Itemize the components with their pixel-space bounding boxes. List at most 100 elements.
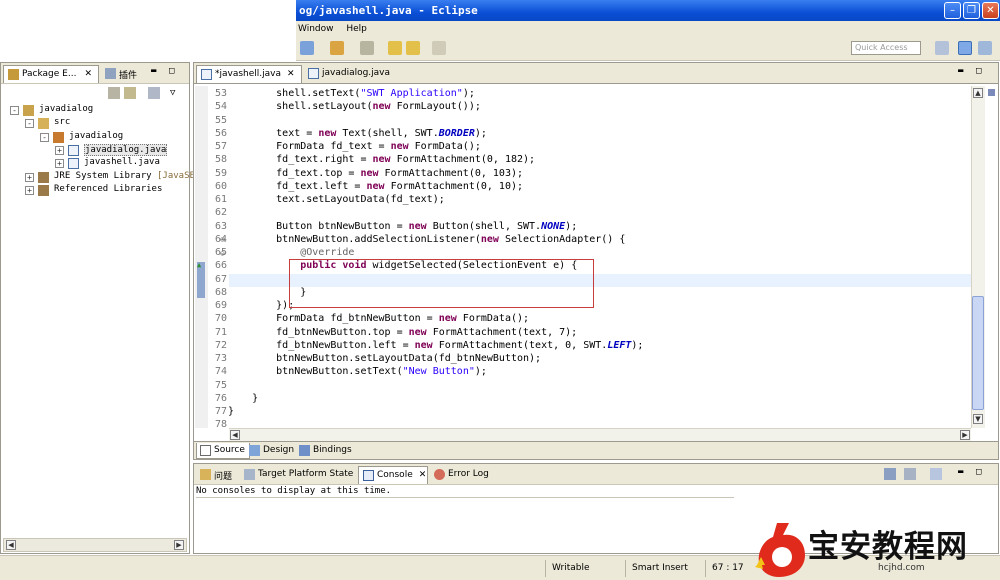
tab-target-platform-state[interactable]: Target Platform State bbox=[240, 466, 356, 484]
scroll-right-icon[interactable]: ▶ bbox=[174, 540, 184, 550]
tree-item[interactable]: + javadialog.java bbox=[0, 143, 188, 157]
menu-help[interactable]: Help bbox=[346, 24, 367, 34]
view-menu-icon[interactable] bbox=[148, 87, 160, 99]
maximize-view-icon[interactable]: □ bbox=[976, 467, 981, 477]
close-icon[interactable]: ✕ bbox=[287, 69, 295, 79]
line-number: 69 bbox=[214, 300, 227, 311]
tree-expander-icon[interactable]: - bbox=[10, 106, 19, 115]
java-perspective-icon[interactable] bbox=[958, 41, 972, 55]
code-line[interactable]: @Override bbox=[228, 247, 354, 258]
watermark-text: 宝安教程网 bbox=[808, 529, 968, 565]
code-line[interactable]: FormData fd_btnNewButton = new FormData(… bbox=[228, 313, 529, 324]
console-divider bbox=[196, 497, 734, 498]
tree-expander-icon[interactable]: + bbox=[25, 185, 34, 195]
code-line[interactable]: shell.setLayout(new FormLayout()); bbox=[228, 101, 481, 112]
package-explorer-tabs: Package E... ✕ 插件 ▬ □ bbox=[1, 63, 189, 84]
code-line[interactable]: Button btnNewButton = new Button(shell, … bbox=[228, 221, 577, 232]
line-number: 59 bbox=[214, 167, 227, 179]
tree-item[interactable]: + Referenced Libraries bbox=[0, 184, 188, 197]
forward-icon[interactable] bbox=[432, 41, 446, 55]
tree-item[interactable]: - src bbox=[0, 117, 188, 130]
tree-expander-icon[interactable]: - bbox=[25, 119, 34, 129]
minimize-view-icon[interactable]: ▬ bbox=[958, 467, 963, 477]
code-line[interactable]: shell.setText("SWT Application"); bbox=[228, 88, 475, 99]
chevron-down-icon[interactable]: ▽ bbox=[170, 88, 175, 98]
maximize-view-icon[interactable]: □ bbox=[976, 66, 981, 76]
tree-expander-icon[interactable]: + bbox=[55, 159, 64, 169]
tree-item[interactable]: + JRE System Library [JavaSE-1. bbox=[0, 171, 211, 184]
tab-bindings[interactable]: Bindings bbox=[296, 443, 356, 459]
editor-horizontal-scrollbar[interactable]: ◀ ▶ bbox=[229, 428, 971, 441]
tab-problems[interactable]: 问题 bbox=[196, 466, 238, 484]
tab-javadialog[interactable]: javadialog.java bbox=[304, 65, 404, 83]
debug-perspective-icon[interactable] bbox=[978, 41, 992, 55]
maximize-view-icon[interactable]: □ bbox=[169, 66, 174, 76]
scrollbar-thumb[interactable] bbox=[972, 296, 984, 410]
code-line[interactable]: btnNewButton.addSelectionListener(new Se… bbox=[228, 234, 625, 245]
tab-source[interactable]: Source bbox=[196, 443, 250, 459]
annotation-nav-icon[interactable] bbox=[388, 41, 402, 55]
code-line[interactable]: } bbox=[228, 393, 258, 404]
tab-console[interactable]: Console ✕ bbox=[358, 466, 428, 484]
scroll-left-icon[interactable]: ◀ bbox=[6, 540, 16, 550]
maximize-button[interactable]: ❐ bbox=[963, 2, 980, 19]
code-line[interactable]: fd_text.left = new FormAttachment(0, 10)… bbox=[228, 181, 523, 192]
link-editor-icon[interactable] bbox=[124, 87, 136, 99]
close-icon[interactable]: ✕ bbox=[419, 470, 427, 480]
collapse-all-icon[interactable] bbox=[108, 87, 120, 99]
quick-access-input[interactable]: Quick Access bbox=[851, 41, 921, 55]
code-line[interactable]: btnNewButton.setText("New Button"); bbox=[228, 366, 487, 377]
line-number: 61 bbox=[214, 194, 227, 205]
tab-javashell[interactable]: *javashell.java ✕ bbox=[196, 65, 302, 83]
library-icon bbox=[38, 184, 49, 196]
tree-item[interactable]: - javadialog bbox=[0, 104, 188, 117]
run-icon[interactable] bbox=[330, 41, 344, 55]
watermark-url: hcjhd.com bbox=[878, 563, 925, 573]
new-console-icon[interactable] bbox=[930, 468, 942, 480]
code-line[interactable]: fd_text.top = new FormAttachment(0, 103)… bbox=[228, 168, 523, 179]
code-line[interactable]: } bbox=[228, 406, 234, 417]
tree-expander-icon[interactable]: + bbox=[25, 172, 34, 182]
minimize-view-icon[interactable]: ▬ bbox=[151, 66, 156, 76]
close-button[interactable]: ✕ bbox=[982, 2, 999, 19]
code-line[interactable]: fd_text.right = new FormAttachment(0, 18… bbox=[228, 154, 535, 165]
new-icon[interactable] bbox=[300, 41, 314, 55]
code-line[interactable]: text.setLayoutData(fd_text); bbox=[228, 194, 445, 205]
code-line[interactable]: }); bbox=[228, 300, 294, 311]
tab-plugins[interactable]: 插件 bbox=[101, 65, 145, 83]
package-horizontal-scrollbar[interactable]: ◀ ▶ bbox=[3, 538, 187, 552]
scroll-down-icon[interactable]: ▼ bbox=[973, 414, 983, 424]
package-icon bbox=[8, 69, 19, 80]
tree-expander-icon[interactable]: - bbox=[40, 132, 49, 142]
menu-window[interactable]: Window bbox=[298, 24, 334, 34]
minimize-button[interactable]: – bbox=[944, 2, 961, 19]
tab-package-explorer[interactable]: Package E... ✕ bbox=[3, 65, 99, 83]
back-icon[interactable] bbox=[406, 41, 420, 55]
scroll-up-icon[interactable]: ▲ bbox=[973, 88, 983, 98]
source-folder-icon bbox=[38, 118, 49, 130]
scroll-left-icon[interactable]: ◀ bbox=[230, 430, 240, 440]
status-insert-mode: Smart Insert bbox=[625, 560, 703, 577]
search-icon[interactable] bbox=[360, 41, 374, 55]
java-file-icon bbox=[308, 68, 319, 79]
fold-collapse-icon[interactable]: ⊖ bbox=[220, 249, 225, 258]
tree-item[interactable]: + javashell.java bbox=[0, 157, 188, 170]
code-line[interactable]: text = new Text(shell, SWT.BORDER); bbox=[228, 128, 487, 139]
open-perspective-icon[interactable] bbox=[935, 41, 949, 55]
tree-expander-icon[interactable]: + bbox=[55, 145, 64, 155]
source-icon bbox=[200, 445, 211, 456]
tree-item[interactable]: - javadialog bbox=[0, 131, 188, 144]
scroll-right-icon[interactable]: ▶ bbox=[960, 430, 970, 440]
code-line[interactable]: FormData fd_text = new FormData(); bbox=[228, 141, 481, 152]
tab-design[interactable]: Design bbox=[246, 443, 298, 459]
fold-collapse-icon[interactable]: ⊖ bbox=[220, 235, 225, 244]
open-console-icon[interactable] bbox=[884, 468, 896, 480]
code-line[interactable]: fd_btnNewButton.left = new FormAttachmen… bbox=[228, 340, 643, 351]
code-line[interactable]: btnNewButton.setLayoutData(fd_btnNewButt… bbox=[228, 353, 541, 364]
tab-error-log[interactable]: Error Log bbox=[430, 466, 492, 484]
display-console-icon[interactable] bbox=[904, 468, 916, 480]
code-line[interactable]: fd_btnNewButton.top = new FormAttachment… bbox=[228, 327, 577, 338]
minimize-view-icon[interactable]: ▬ bbox=[958, 66, 963, 76]
line-number: 58 bbox=[214, 154, 227, 166]
close-icon[interactable]: ✕ bbox=[84, 69, 92, 79]
